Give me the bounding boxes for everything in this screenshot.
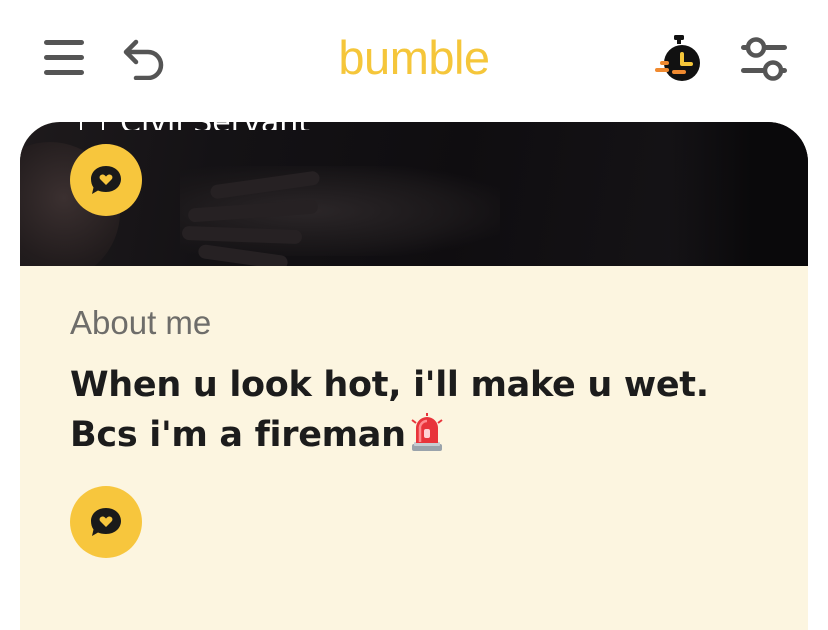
speed-timer-icon[interactable]: [654, 34, 704, 84]
police-car-light-icon: [411, 413, 443, 451]
about-me-label: About me: [70, 304, 212, 341]
top-bar: bumble: [0, 0, 828, 122]
filter-icon[interactable]: [740, 36, 788, 82]
briefcase-icon: [80, 122, 104, 130]
compliment-button[interactable]: [70, 486, 142, 558]
about-me-text: When u look hot, i'll make u wet. Bcs i'…: [70, 365, 709, 455]
compliment-heart-bubble-icon: [91, 508, 121, 536]
compliment-heart-bubble-icon: [91, 166, 121, 194]
job-title: Civil Servant: [80, 122, 310, 130]
compliment-button[interactable]: [70, 144, 142, 216]
profile-card[interactable]: Civil Servant About me When u look hot, …: [20, 122, 808, 630]
